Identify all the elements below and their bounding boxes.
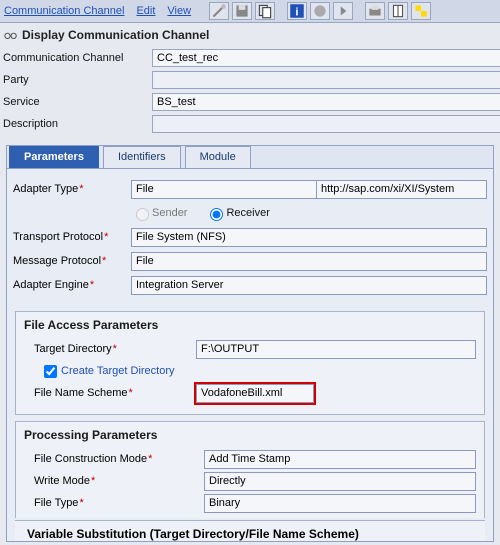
toolbar-info-icon[interactable]: i	[287, 2, 307, 20]
page-title-bar: Display Communication Channel	[0, 23, 500, 45]
file-access-section: File Access Parameters Target Directory*…	[15, 311, 485, 415]
file-scheme-input[interactable]	[196, 384, 314, 403]
description-input[interactable]	[152, 115, 500, 133]
menu-comm-channel[interactable]: Communication Channel	[4, 5, 124, 17]
write-mode-input[interactable]	[204, 472, 476, 491]
menubar: Communication Channel Edit View i	[0, 0, 500, 23]
engine-input[interactable]	[131, 276, 487, 295]
channel-label: Communication Channel	[0, 52, 152, 64]
header-form: Communication Channel Party Service Desc…	[0, 45, 500, 141]
toolbar-save-icon[interactable]	[232, 2, 252, 20]
message-label: Message Protocol*	[13, 255, 131, 267]
file-scheme-label: File Name Scheme*	[34, 387, 196, 399]
adapter-type-input[interactable]	[131, 180, 317, 199]
toolbar-book-icon[interactable]	[388, 2, 408, 20]
direction-radio-group: Sender Receiver	[131, 205, 270, 221]
message-input[interactable]	[131, 252, 487, 271]
toolbar-wand-icon[interactable]	[209, 2, 229, 20]
toolbar-nav-icon[interactable]	[333, 2, 353, 20]
transport-input[interactable]	[131, 228, 487, 247]
toolbar-print-icon[interactable]	[365, 2, 385, 20]
file-type-input[interactable]	[204, 494, 476, 513]
target-dir-label: Target Directory*	[34, 343, 196, 355]
menu-edit[interactable]: Edit	[136, 5, 155, 17]
party-label: Party	[0, 74, 152, 86]
description-label: Description	[0, 118, 152, 130]
file-type-label: File Type*	[34, 497, 204, 509]
menu-view[interactable]: View	[167, 5, 191, 17]
processing-section: Processing Parameters File Construction …	[15, 421, 485, 518]
tabs: Parameters Identifiers Module	[6, 145, 494, 169]
service-input[interactable]	[152, 93, 500, 111]
construction-input[interactable]	[204, 450, 476, 469]
construction-label: File Construction Mode*	[34, 453, 204, 465]
adapter-namespace-input[interactable]	[317, 180, 487, 199]
processing-title: Processing Parameters	[24, 428, 476, 442]
receiver-radio-label: Receiver	[205, 205, 269, 221]
file-access-title: File Access Parameters	[24, 318, 476, 332]
tab-module[interactable]: Module	[185, 146, 251, 168]
toolbar-copy-icon[interactable]	[255, 2, 275, 20]
tab-identifiers[interactable]: Identifiers	[103, 146, 181, 168]
glasses-icon	[4, 28, 18, 42]
receiver-radio[interactable]	[210, 208, 223, 221]
write-mode-label: Write Mode*	[34, 475, 204, 487]
channel-input[interactable]	[152, 49, 500, 67]
transport-label: Transport Protocol*	[13, 231, 131, 243]
party-input[interactable]	[152, 71, 500, 89]
sender-radio[interactable]	[136, 208, 149, 221]
toolbar: i	[209, 2, 431, 20]
create-dir-checkbox[interactable]	[44, 365, 57, 378]
tab-parameters[interactable]: Parameters	[9, 146, 99, 168]
adapter-type-label: Adapter Type*	[13, 183, 131, 195]
sender-radio-label: Sender	[131, 205, 187, 221]
target-dir-input[interactable]	[196, 340, 476, 359]
toolbar-object-icon[interactable]	[310, 2, 330, 20]
tab-panel-parameters: Adapter Type* Sender Receiver Transport …	[6, 169, 494, 542]
variable-substitution-title: Variable Substitution (Target Directory/…	[15, 520, 485, 541]
service-label: Service	[0, 96, 152, 108]
engine-label: Adapter Engine*	[13, 279, 131, 291]
create-dir-label: Create Target Directory	[61, 365, 175, 377]
toolbar-where-used-icon[interactable]	[411, 2, 431, 20]
svg-text:i: i	[296, 7, 299, 19]
page-title: Display Communication Channel	[22, 28, 209, 42]
